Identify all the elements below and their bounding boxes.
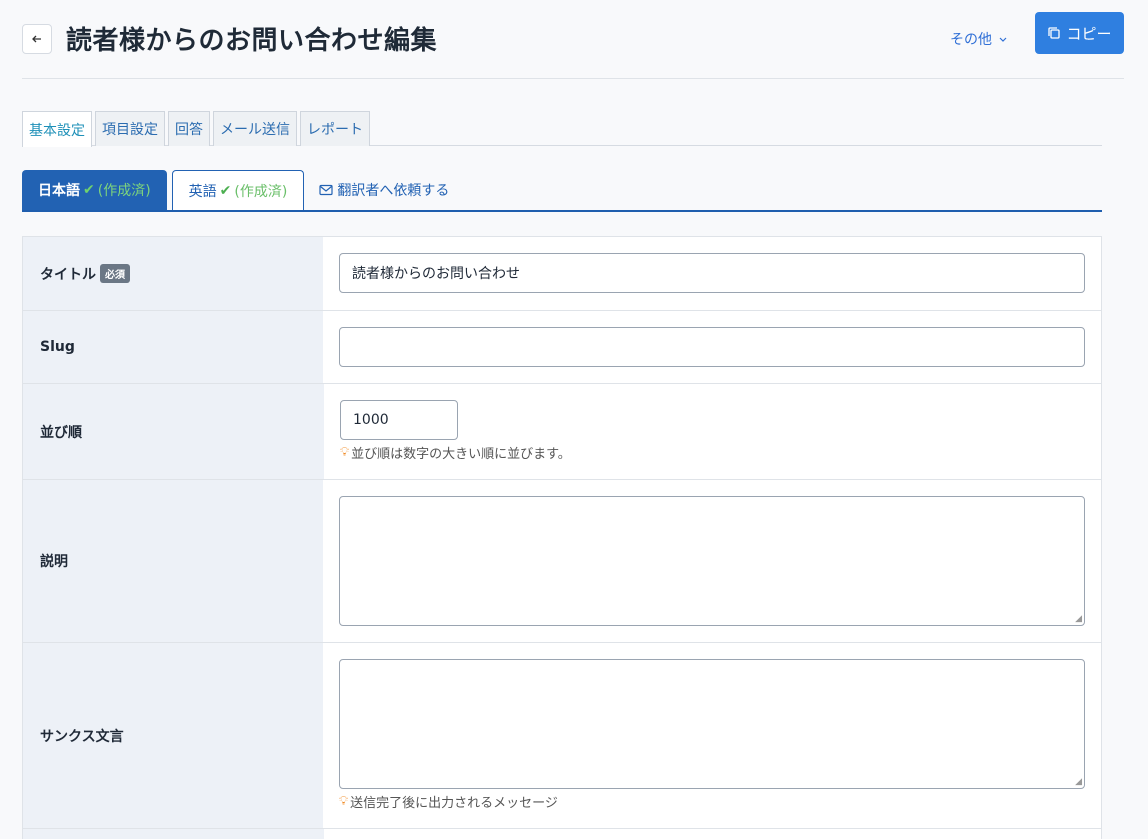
form-row-next — [23, 829, 1101, 839]
description-textarea[interactable]: ◢ — [339, 496, 1085, 626]
tab-basic-settings[interactable]: 基本設定 — [22, 111, 92, 147]
lang-status: (作成済) — [234, 183, 288, 200]
resize-handle-icon[interactable]: ◢ — [1075, 778, 1082, 787]
more-label: その他 — [950, 32, 992, 48]
order-label: 並び順 — [40, 424, 82, 441]
lang-label: 英語 — [188, 183, 217, 200]
settings-tabs: 基本設定 項目設定 回答 メール送信 レポート — [22, 111, 1102, 147]
input-cell: 1000 💡︎ 並び順は数字の大きい順に並びます。 — [324, 384, 1101, 479]
form-row-title: タイトル 必須 読者様からのお問い合わせ — [23, 237, 1101, 311]
input-cell: 読者様からのお問い合わせ — [323, 237, 1101, 310]
lang-tab-english[interactable]: 英語 ✔ (作成済) — [171, 170, 305, 210]
form-row-slug: Slug — [23, 311, 1101, 384]
field-label: タイトル 必須 — [23, 237, 323, 310]
order-hint-text: 並び順は数字の大きい順に並びます。 — [351, 447, 571, 462]
page-title: 読者様からのお問い合わせ編集 — [66, 26, 438, 56]
check-icon: ✔ — [219, 182, 232, 199]
input-cell: ◢ — [323, 480, 1101, 642]
slug-label: Slug — [40, 339, 75, 355]
envelope-icon — [319, 184, 333, 196]
title-input[interactable]: 読者様からのお問い合わせ — [339, 253, 1085, 293]
language-tabs: 日本語 ✔ (作成済) 英語 ✔ (作成済) 翻訳者へ依頼する — [22, 170, 1102, 212]
tab-field-settings[interactable]: 項目設定 — [95, 111, 165, 146]
form-row-thanks: サンクス文言 ◢ 💡︎ 送信完了後に出力されるメッセージ — [23, 643, 1101, 829]
check-icon: ✔ — [83, 182, 95, 198]
field-label — [23, 829, 324, 839]
arrow-left-icon — [32, 35, 41, 43]
page: 読者様からのお問い合わせ編集 その他 コピー 基本設定 項目設定 回答 メール送… — [0, 0, 1148, 839]
chevron-down-icon — [999, 37, 1007, 42]
thanks-label: サンクス文言 — [40, 728, 124, 745]
form-row-description: 説明 ◢ — [23, 480, 1101, 643]
thanks-textarea[interactable]: ◢ — [339, 659, 1085, 789]
back-button[interactable] — [22, 24, 52, 54]
page-header: 読者様からのお問い合わせ編集 その他 コピー — [22, 12, 1124, 66]
request-label: 翻訳者へ依頼する — [337, 183, 450, 199]
slug-input[interactable] — [339, 327, 1085, 367]
header-divider — [22, 78, 1124, 79]
field-label: サンクス文言 — [23, 643, 323, 828]
settings-form: タイトル 必須 読者様からのお問い合わせ Slug 並び順 1000 💡︎ 並び… — [22, 236, 1102, 839]
field-label: 説明 — [23, 480, 323, 642]
lightbulb-icon: 💡︎ — [339, 794, 349, 809]
thanks-hint-text: 送信完了後に出力されるメッセージ — [350, 796, 558, 811]
request-translator-link[interactable]: 翻訳者へ依頼する — [309, 170, 449, 210]
description-label: 説明 — [40, 554, 68, 570]
lightbulb-icon: 💡︎ — [340, 445, 350, 460]
lang-status: (作成済) — [97, 183, 151, 199]
order-input[interactable]: 1000 — [340, 400, 458, 440]
copy-button[interactable]: コピー — [1035, 12, 1124, 54]
input-cell — [324, 829, 1101, 839]
copy-icon — [1048, 27, 1061, 39]
lang-tab-japanese[interactable]: 日本語 ✔ (作成済) — [22, 170, 167, 210]
tab-report[interactable]: レポート — [300, 111, 370, 146]
input-cell: ◢ 💡︎ 送信完了後に出力されるメッセージ — [323, 643, 1101, 828]
thanks-hint: 💡︎ 送信完了後に出力されるメッセージ — [339, 792, 1085, 811]
required-badge: 必須 — [100, 264, 130, 283]
copy-label: コピー — [1066, 24, 1112, 43]
form-row-order: 並び順 1000 💡︎ 並び順は数字の大きい順に並びます。 — [23, 384, 1101, 480]
field-label: 並び順 — [23, 384, 324, 479]
order-hint: 💡︎ 並び順は数字の大きい順に並びます。 — [340, 443, 1085, 462]
title-label: タイトル — [40, 266, 96, 283]
field-label: Slug — [23, 311, 323, 383]
tab-mail[interactable]: メール送信 — [213, 111, 297, 146]
more-dropdown[interactable]: その他 — [950, 24, 1008, 54]
input-cell — [323, 311, 1101, 383]
lang-label: 日本語 — [38, 183, 80, 199]
resize-handle-icon[interactable]: ◢ — [1075, 615, 1082, 624]
tab-responses[interactable]: 回答 — [168, 111, 210, 146]
